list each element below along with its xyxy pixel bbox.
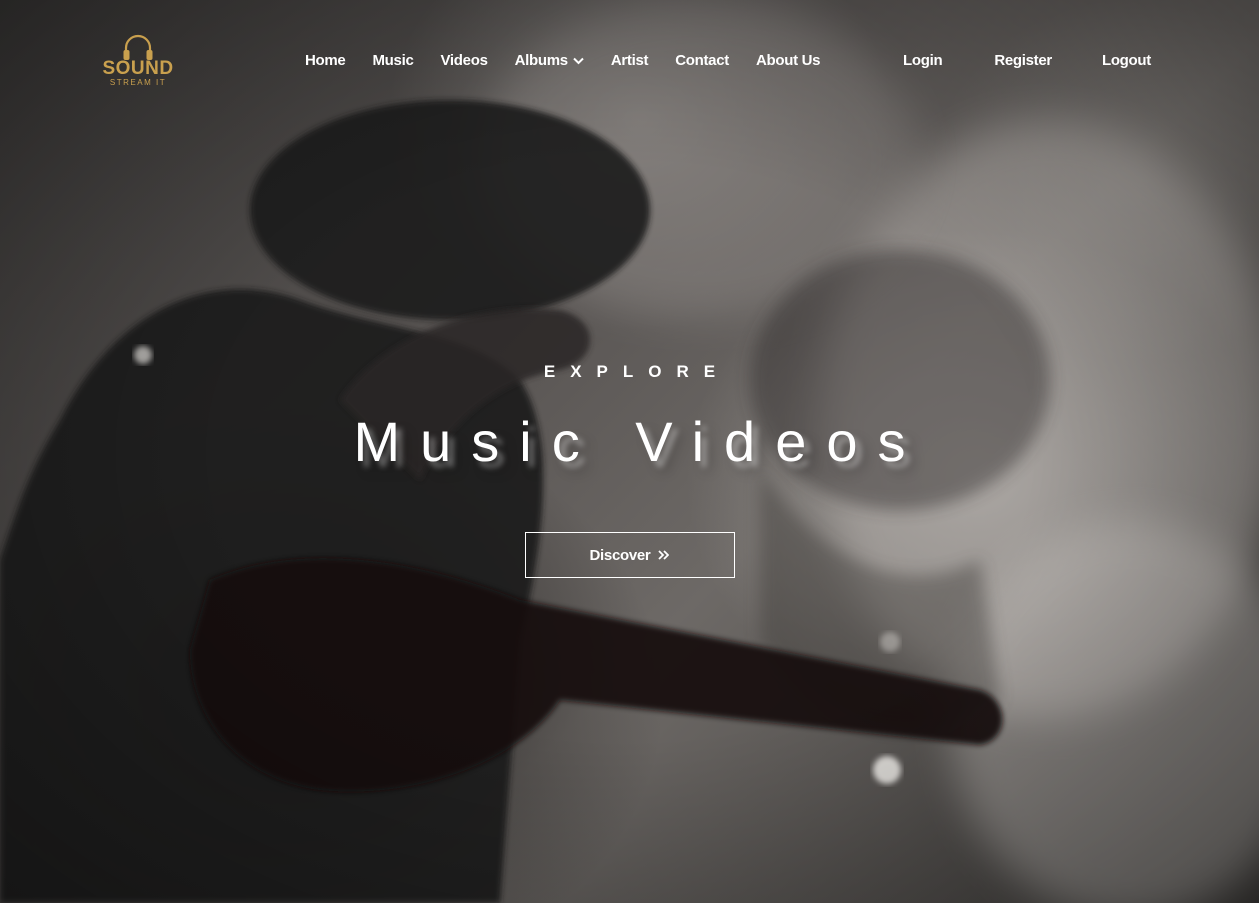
nav-item-label: Home	[305, 52, 346, 69]
nav-item-artist[interactable]: Artist	[610, 52, 649, 69]
brand-logo[interactable]: SOUND STREAM IT	[98, 34, 178, 94]
discover-button-label: Discover	[589, 546, 651, 564]
hero-headline: Music Videos	[353, 410, 926, 473]
nav-item-label: Contact	[675, 52, 729, 69]
nav-item-music[interactable]: Music	[372, 52, 413, 69]
nav-item-label: Artist	[610, 52, 649, 69]
nav-item-label: Albums	[514, 52, 569, 69]
hero-section: EXPLORE Music Videos Discover	[0, 362, 1259, 578]
hero-eyebrow: EXPLORE	[543, 362, 731, 381]
nav-item-albums[interactable]: Albums	[515, 52, 584, 69]
nav-item-about-us[interactable]: About Us	[755, 52, 821, 69]
discover-button[interactable]: Discover	[524, 532, 735, 578]
nav-item-home[interactable]: Home	[305, 52, 346, 69]
nav-item-label: About Us	[755, 52, 821, 69]
page: SOUND STREAM IT Home Music Videos Albums…	[0, 0, 1259, 903]
brand-tagline: STREAM IT	[109, 78, 167, 87]
double-chevron-right-icon	[658, 550, 670, 560]
login-link[interactable]: Login	[903, 52, 943, 69]
chevron-down-icon	[573, 57, 584, 64]
auth-nav: Login Register Logout	[903, 52, 1151, 69]
nav-item-label: Music	[372, 52, 414, 69]
nav-item-contact[interactable]: Contact	[675, 52, 729, 69]
nav-item-label: Videos	[440, 52, 488, 69]
main-nav: Home Music Videos Albums Artist Contact …	[305, 52, 847, 69]
logout-link[interactable]: Logout	[1102, 52, 1151, 69]
navbar: SOUND STREAM IT Home Music Videos Albums…	[0, 0, 1259, 122]
register-link[interactable]: Register	[994, 52, 1052, 69]
brand-name: SOUND	[102, 58, 174, 79]
nav-item-videos[interactable]: Videos	[441, 52, 488, 69]
